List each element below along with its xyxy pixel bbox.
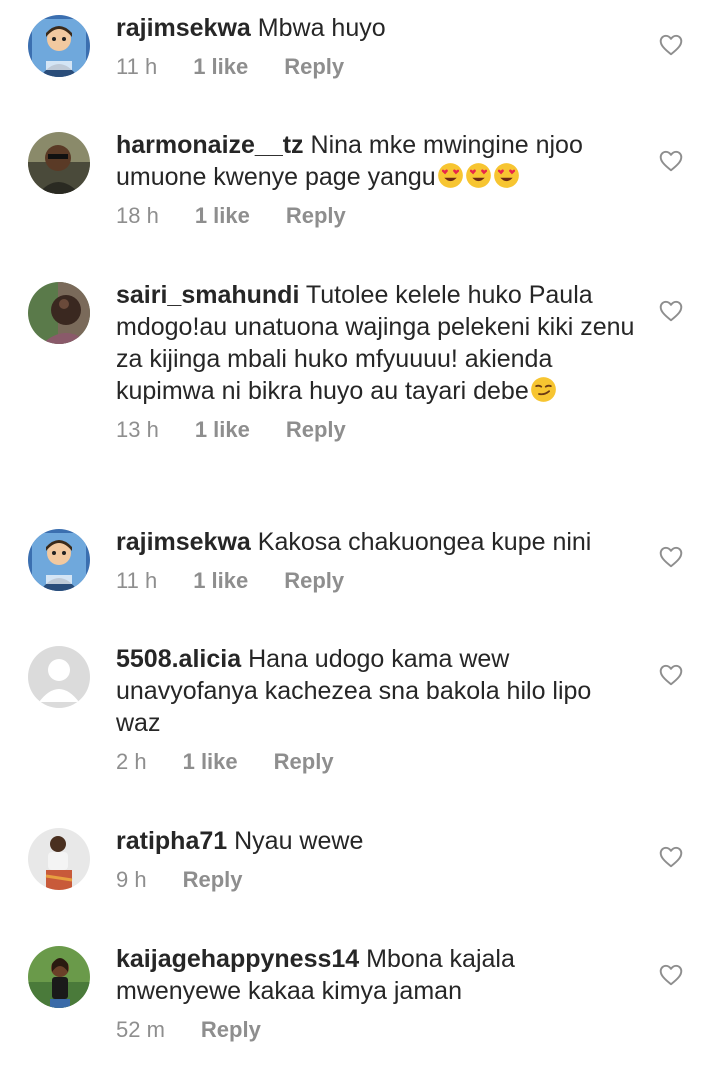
comment-body: Mbwa huyo [257, 14, 386, 42]
comment-text: harmonaize__tz Nina mke mwingine njoo um… [116, 129, 636, 193]
like-count-link[interactable]: 1 like [195, 417, 250, 443]
comment-text: rajimsekwa Mbwa huyo [116, 12, 636, 44]
comment-meta: 2 h 1 like Reply [116, 749, 636, 775]
smirk-emoji [530, 377, 556, 402]
avatar[interactable] [28, 646, 90, 708]
reply-button[interactable]: Reply [183, 867, 243, 893]
heart-outline-icon[interactable] [658, 844, 684, 870]
comment-time: 11 h [116, 54, 158, 79]
comment-time: 11 h [116, 568, 158, 593]
comment-body: Nyau wewe [234, 827, 364, 855]
like-count-link[interactable]: 1 like [195, 203, 250, 229]
heart-outline-icon[interactable] [658, 148, 684, 174]
comment-time: 13 h [116, 417, 159, 442]
comment-username[interactable]: sairi_smahundi [116, 281, 299, 309]
comment-username[interactable]: rajimsekwa [116, 14, 251, 42]
reply-button[interactable]: Reply [284, 568, 344, 594]
comment-username[interactable]: kaijagehappyness14 [116, 945, 359, 973]
comment-text: kaijagehappyness14 Mbona kajala mwenyewe… [116, 943, 636, 1007]
comment-text: sairi_smahundi Tutolee kelele huko Paula… [116, 279, 636, 407]
comment-time: 2 h [116, 749, 147, 774]
comment-username[interactable]: 5508.alicia [116, 645, 241, 673]
like-count-link[interactable]: 1 like [193, 568, 248, 594]
avatar[interactable] [28, 15, 90, 77]
heart-outline-icon[interactable] [658, 962, 684, 988]
heart-eyes-emoji [493, 163, 519, 188]
heart-eyes-emoji [437, 163, 463, 188]
comment-text: rajimsekwa Kakosa chakuongea kupe nini [116, 526, 636, 558]
comment-username[interactable]: ratipha71 [116, 827, 227, 855]
like-count-link[interactable]: 1 like [183, 749, 238, 775]
avatar[interactable] [28, 132, 90, 194]
avatar[interactable] [28, 529, 90, 591]
comment-text: ratipha71 Nyau wewe [116, 825, 636, 857]
reply-button[interactable]: Reply [201, 1017, 261, 1043]
avatar[interactable] [28, 828, 90, 890]
comment-meta: 11 h 1 like Reply [116, 568, 636, 594]
comment-time: 18 h [116, 203, 159, 228]
heart-outline-icon[interactable] [658, 662, 684, 688]
comment-meta: 9 h Reply [116, 867, 636, 893]
comment-time: 52 m [116, 1017, 165, 1042]
comment-body: Kakosa chakuongea kupe nini [257, 528, 592, 556]
comment-meta: 11 h 1 like Reply [116, 54, 636, 80]
reply-button[interactable]: Reply [274, 749, 334, 775]
comment-meta: 18 h 1 like Reply [116, 203, 636, 229]
heart-eyes-emoji [465, 163, 491, 188]
avatar[interactable] [28, 946, 90, 1008]
reply-button[interactable]: Reply [284, 54, 344, 80]
comment-text: 5508.alicia Hana udogo kama wew unavyofa… [116, 643, 636, 739]
comment-meta: 52 m Reply [116, 1017, 636, 1043]
comment-meta: 13 h 1 like Reply [116, 417, 636, 443]
comment-time: 9 h [116, 867, 147, 892]
heart-outline-icon[interactable] [658, 298, 684, 324]
avatar[interactable] [28, 282, 90, 344]
heart-outline-icon[interactable] [658, 32, 684, 58]
reply-button[interactable]: Reply [286, 203, 346, 229]
like-count-link[interactable]: 1 like [193, 54, 248, 80]
reply-button[interactable]: Reply [286, 417, 346, 443]
comment-username[interactable]: rajimsekwa [116, 528, 251, 556]
comment-username[interactable]: harmonaize__tz [116, 131, 304, 159]
heart-outline-icon[interactable] [658, 544, 684, 570]
